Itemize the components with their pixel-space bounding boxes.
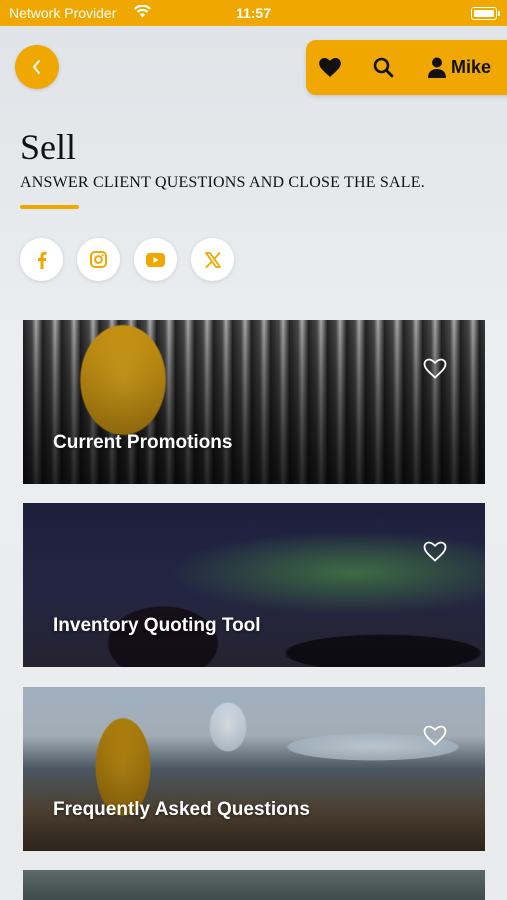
card-favorite-button[interactable] bbox=[423, 725, 447, 751]
x-button[interactable] bbox=[191, 238, 234, 281]
user-icon bbox=[428, 57, 446, 78]
card-partial[interactable] bbox=[23, 870, 485, 900]
facebook-icon bbox=[37, 251, 46, 269]
card-current-promotions[interactable]: Current Promotions bbox=[23, 320, 485, 484]
youtube-button[interactable] bbox=[134, 238, 177, 281]
favorites-button[interactable] bbox=[319, 58, 341, 82]
card-favorite-button[interactable] bbox=[423, 358, 447, 384]
chevron-left-icon bbox=[33, 60, 40, 74]
card-label: Frequently Asked Questions bbox=[53, 799, 310, 820]
card-favorite-button[interactable] bbox=[423, 541, 447, 567]
card-label: Inventory Quoting Tool bbox=[53, 615, 261, 636]
status-bar: Network Provider 11:57 bbox=[0, 0, 507, 26]
facebook-button[interactable] bbox=[20, 238, 63, 281]
card-label: Current Promotions bbox=[53, 432, 233, 453]
page-subtitle: ANSWER CLIENT QUESTIONS AND CLOSE THE SA… bbox=[20, 174, 425, 191]
user-name: Mike bbox=[451, 57, 492, 77]
clock-label: 11:57 bbox=[235, 5, 272, 21]
user-account-button[interactable]: Mike bbox=[428, 57, 491, 78]
card-frequently-asked-questions[interactable]: Frequently Asked Questions bbox=[23, 687, 485, 851]
battery-icon bbox=[471, 7, 500, 20]
heart-outline-icon bbox=[423, 725, 447, 746]
card-inventory-quoting-tool[interactable]: Inventory Quoting Tool bbox=[23, 503, 485, 667]
page-title: Sell bbox=[20, 127, 77, 167]
back-button[interactable] bbox=[15, 45, 59, 89]
x-icon bbox=[204, 251, 221, 268]
youtube-icon bbox=[146, 252, 165, 267]
search-button[interactable] bbox=[373, 57, 394, 83]
heart-outline-icon bbox=[423, 358, 447, 379]
search-icon bbox=[373, 57, 394, 78]
title-underline bbox=[20, 205, 79, 209]
top-action-bar: Mike bbox=[306, 40, 507, 95]
instagram-button[interactable] bbox=[77, 238, 120, 281]
instagram-icon bbox=[90, 251, 107, 268]
heart-outline-icon bbox=[423, 541, 447, 562]
social-links bbox=[20, 238, 234, 281]
heart-icon bbox=[319, 58, 341, 77]
